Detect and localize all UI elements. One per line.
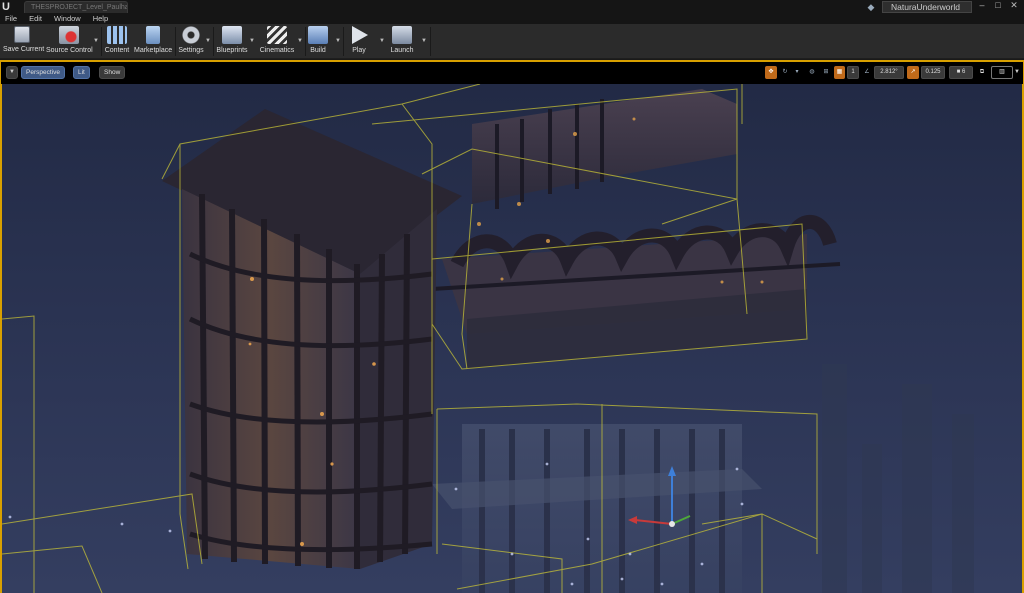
lit-button[interactable]: Lit <box>73 66 90 79</box>
build-dropdown-icon[interactable]: ▼ <box>335 38 341 44</box>
menu-file[interactable]: File <box>5 13 17 24</box>
clapperboard-icon <box>267 26 287 44</box>
scene-render <box>2 84 1022 593</box>
source-control-dropdown-icon[interactable]: ▼ <box>93 38 99 44</box>
project-area: ◆ NaturaUnderworld <box>866 0 972 13</box>
lit-label: Lit <box>78 69 85 76</box>
project-icon: ◆ <box>867 1 875 12</box>
play-label: Play <box>352 47 366 54</box>
rotate-tool-icon[interactable]: ↻ <box>779 66 791 79</box>
menu-edit[interactable]: Edit <box>29 13 42 24</box>
toolbar-separator <box>430 27 431 56</box>
save-icon <box>14 26 30 43</box>
rotation-snap-toggle-icon[interactable]: ∠ <box>862 66 872 79</box>
blueprints-dropdown-icon[interactable]: ▼ <box>249 38 255 44</box>
launch-icon <box>392 26 412 44</box>
launch-button[interactable]: Launch <box>388 25 416 58</box>
unreal-logo-icon: U <box>2 1 10 13</box>
grid-snap-toggle-icon[interactable]: ▦ <box>834 66 845 79</box>
content-browser-icon <box>107 26 127 44</box>
menu-window[interactable]: Window <box>54 13 81 24</box>
settings-button[interactable]: Settings <box>178 25 204 58</box>
source-control-button[interactable]: Source Control <box>46 25 93 58</box>
world-local-icon[interactable]: ◍ <box>806 66 818 79</box>
save-current-label: Save Current <box>3 46 45 53</box>
marketplace-label: Marketplace <box>134 47 173 54</box>
perspective-button[interactable]: Perspective <box>21 66 65 79</box>
source-control-label: Source Control <box>46 47 93 54</box>
cinematics-button[interactable]: Cinematics <box>258 25 296 58</box>
cinematics-dropdown-icon[interactable]: ▼ <box>297 38 303 44</box>
viewport-layout-icon[interactable]: ▥ <box>991 66 1013 79</box>
toolbar-separator <box>343 27 344 56</box>
document-tab[interactable]: THESPROJECT_Level_Paulhang <box>24 1 128 13</box>
window-controls: – □ ✕ <box>974 0 1022 12</box>
camera-speed-value: 6 <box>961 69 966 75</box>
close-button[interactable]: ✕ <box>1006 0 1022 12</box>
settings-label: Settings <box>178 47 204 54</box>
marketplace-icon <box>146 26 160 44</box>
project-name: NaturaUnderworld <box>882 0 972 13</box>
scene-viewport[interactable] <box>2 84 1022 593</box>
menu-help[interactable]: Help <box>93 13 108 24</box>
surface-snap-icon[interactable]: ⊞ <box>820 66 832 79</box>
lower-cage-structure <box>432 424 762 593</box>
layout-dropdown-icon[interactable]: ▼ <box>1013 66 1021 79</box>
build-label: Build <box>310 47 326 54</box>
launch-label: Launch <box>390 47 414 54</box>
toolbar-separator <box>175 27 176 56</box>
blueprints-button[interactable]: Blueprints <box>215 25 249 58</box>
toolbar-separator <box>213 27 214 56</box>
maximize-viewport-icon[interactable]: ⧉ <box>977 66 987 79</box>
build-icon <box>308 26 328 44</box>
blueprints-label: Blueprints <box>216 47 248 54</box>
play-icon <box>352 26 368 44</box>
marketplace-button[interactable]: Marketplace <box>134 25 172 58</box>
show-label: Show <box>104 69 121 76</box>
rotation-snap-value[interactable]: 2.812° <box>874 66 904 79</box>
gear-icon <box>181 26 201 44</box>
tower-structure <box>162 109 462 569</box>
content-label: Content <box>104 47 130 54</box>
perspective-label: Perspective <box>26 69 60 76</box>
minimize-button[interactable]: – <box>974 0 990 12</box>
toolbar-separator <box>101 27 102 56</box>
blueprint-icon <box>222 26 242 44</box>
build-button[interactable]: Build <box>306 25 330 58</box>
save-current-button[interactable]: Save Current <box>3 25 45 58</box>
cinematics-label: Cinematics <box>259 47 295 54</box>
grid-snap-value[interactable]: 1 <box>847 66 859 79</box>
source-control-icon <box>59 26 79 44</box>
scale-snap-value[interactable]: 0.125 <box>921 66 945 79</box>
translate-tool-icon[interactable]: ✥ <box>765 66 777 79</box>
maximize-button[interactable]: □ <box>990 0 1006 12</box>
play-button[interactable]: Play <box>347 25 371 58</box>
scale-tool-icon[interactable]: ▾ <box>792 66 802 79</box>
scale-snap-toggle-icon[interactable]: ↗ <box>907 66 919 79</box>
launch-dropdown-icon[interactable]: ▼ <box>421 38 427 44</box>
main-toolbar: Save Current Source Control ▼ Content Ma… <box>0 24 1024 59</box>
viewport-options-button[interactable]: ▼ <box>6 66 18 79</box>
title-bar: U THESPROJECT_Level_Paulhang ◆ NaturaUnd… <box>0 0 1024 13</box>
play-dropdown-icon[interactable]: ▼ <box>379 38 385 44</box>
content-button[interactable]: Content <box>104 25 130 58</box>
camera-speed-control[interactable]: ■ 6 <box>949 66 973 79</box>
settings-dropdown-icon[interactable]: ▼ <box>205 38 211 44</box>
menu-bar: File Edit Window Help <box>0 13 1024 24</box>
show-button[interactable]: Show <box>99 66 126 79</box>
